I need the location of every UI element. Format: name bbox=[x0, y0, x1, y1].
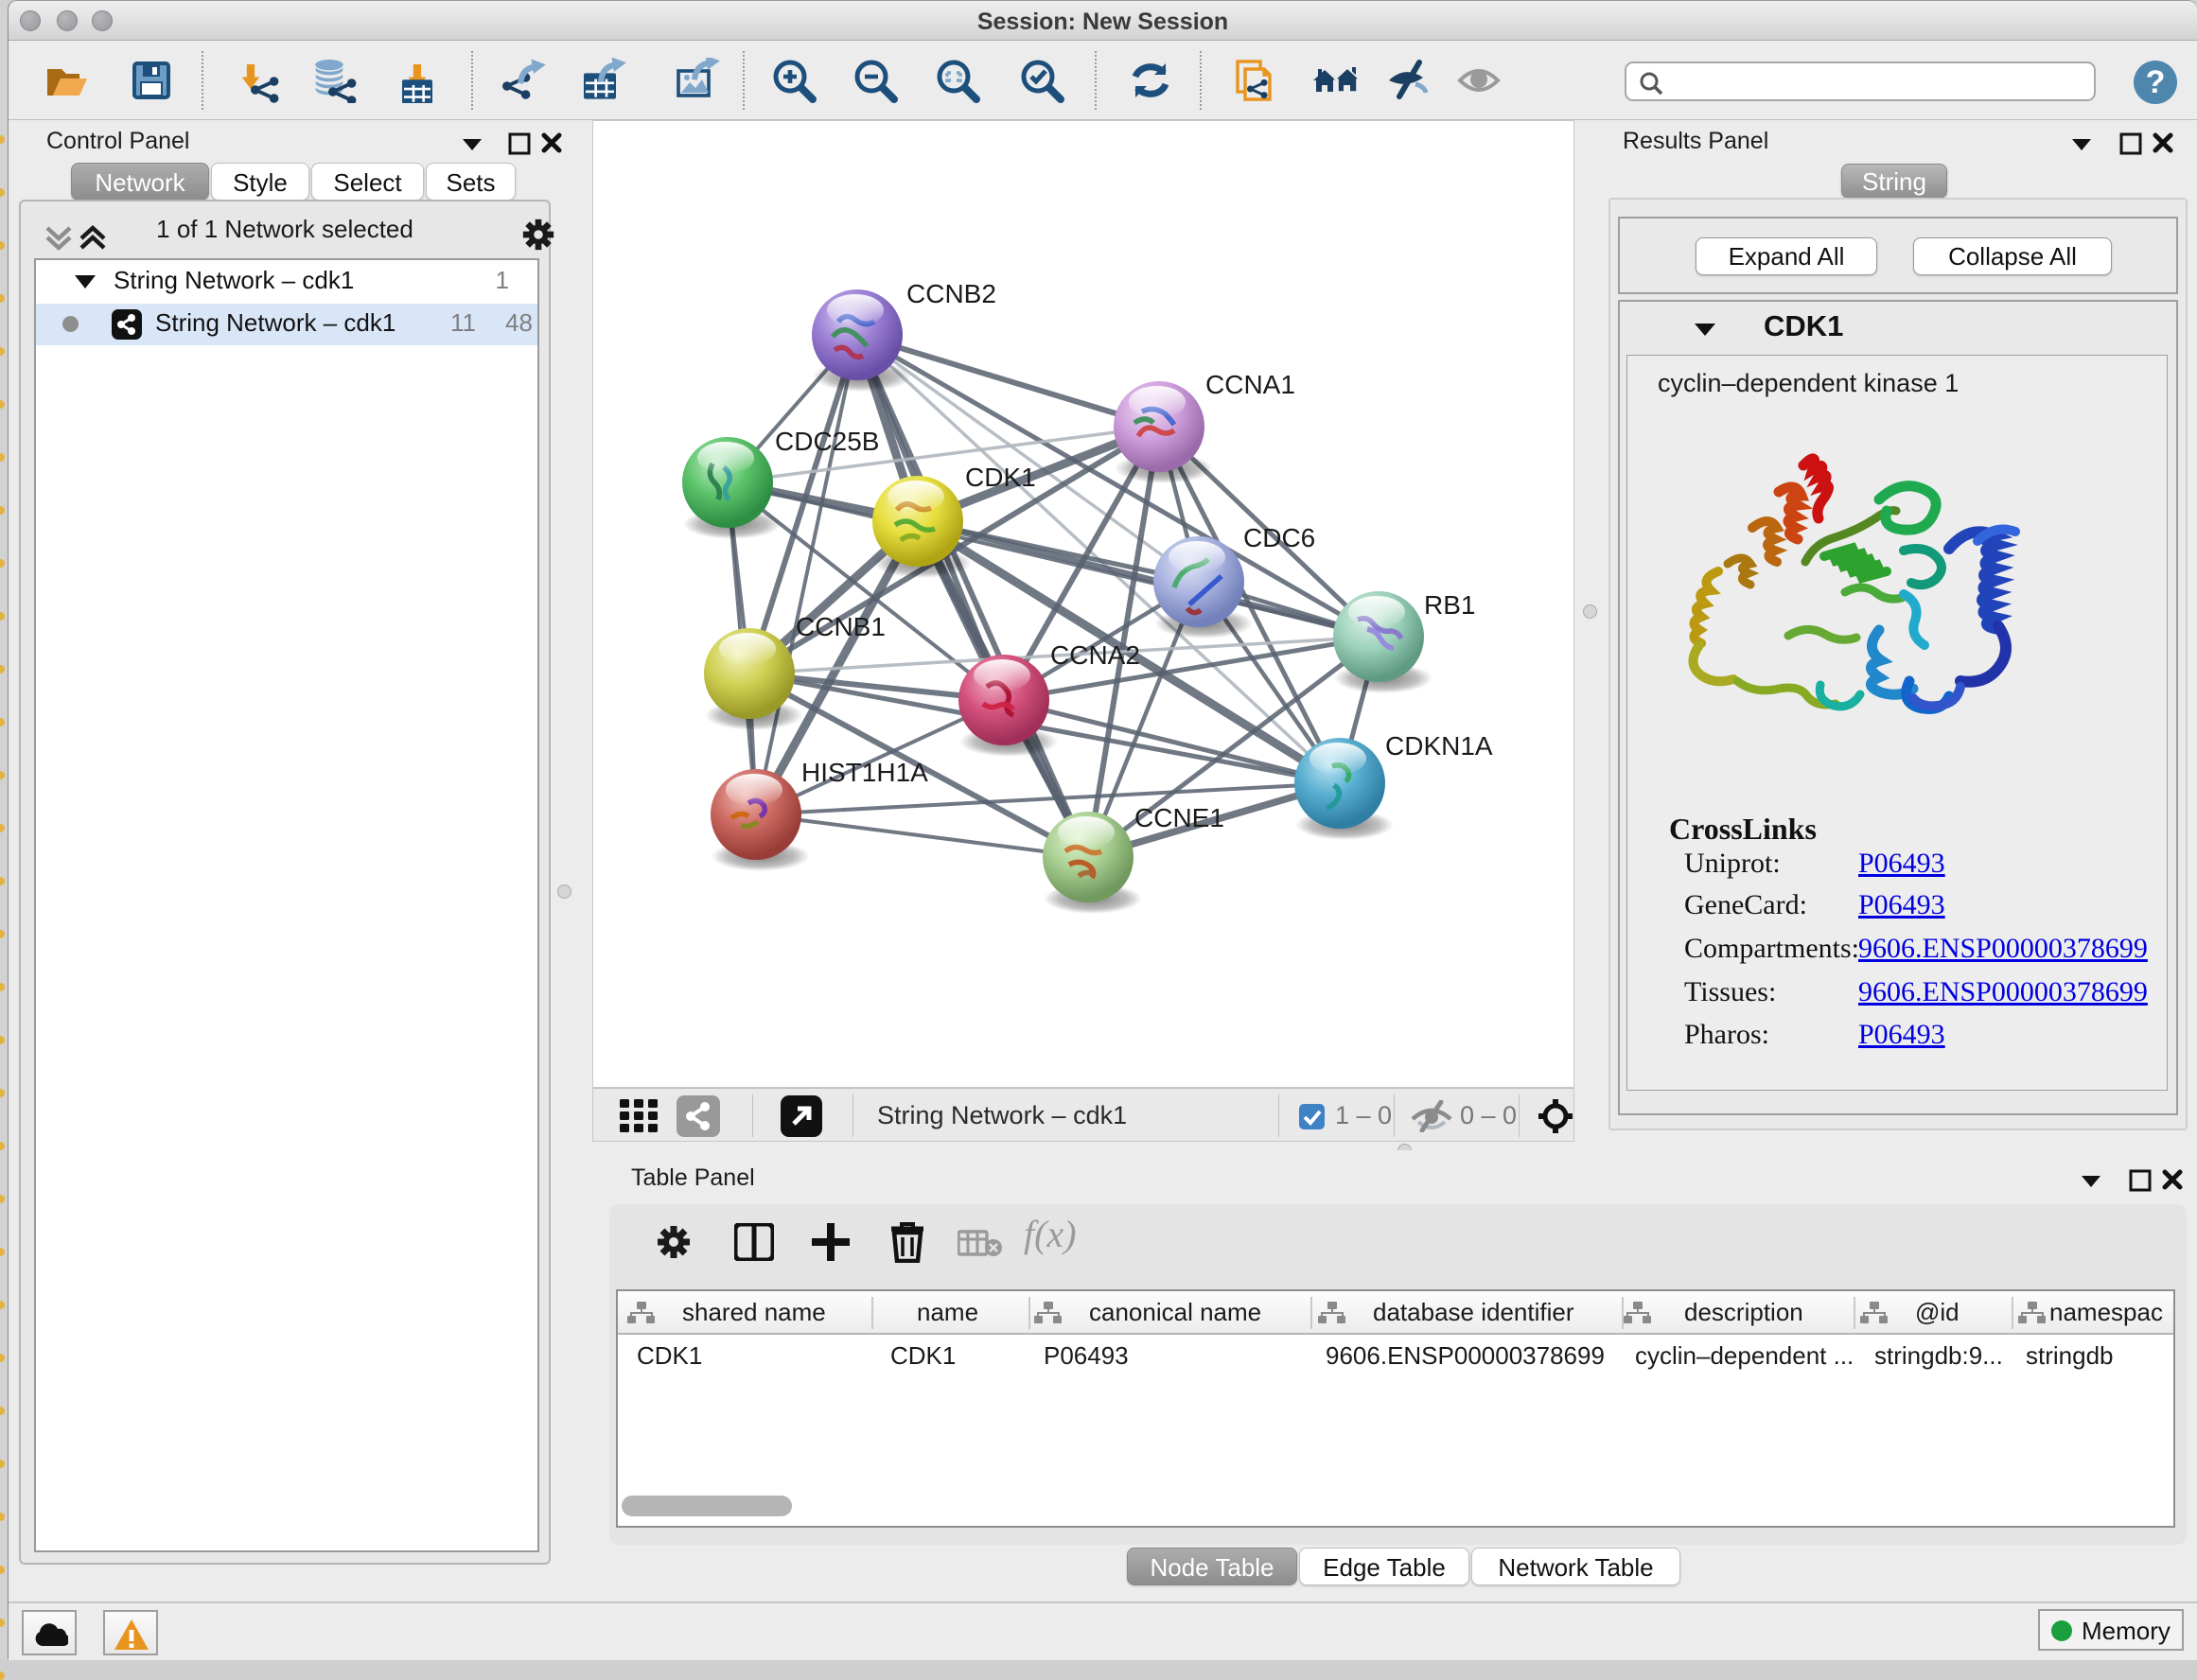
svg-text:RB1: RB1 bbox=[1424, 590, 1475, 620]
svg-text:CCNA2: CCNA2 bbox=[1050, 640, 1140, 670]
svg-text:CDC6: CDC6 bbox=[1243, 523, 1315, 552]
svg-text:CCNE1: CCNE1 bbox=[1134, 803, 1224, 832]
svg-text:CDKN1A: CDKN1A bbox=[1385, 731, 1493, 761]
svg-text:CCNA1: CCNA1 bbox=[1205, 370, 1295, 399]
svg-text:CCNB1: CCNB1 bbox=[796, 612, 886, 641]
svg-text:HIST1H1A: HIST1H1A bbox=[801, 758, 928, 787]
svg-text:CDC25B: CDC25B bbox=[775, 427, 879, 456]
svg-text:CDK1: CDK1 bbox=[965, 463, 1036, 492]
svg-text:CCNB2: CCNB2 bbox=[906, 279, 996, 308]
